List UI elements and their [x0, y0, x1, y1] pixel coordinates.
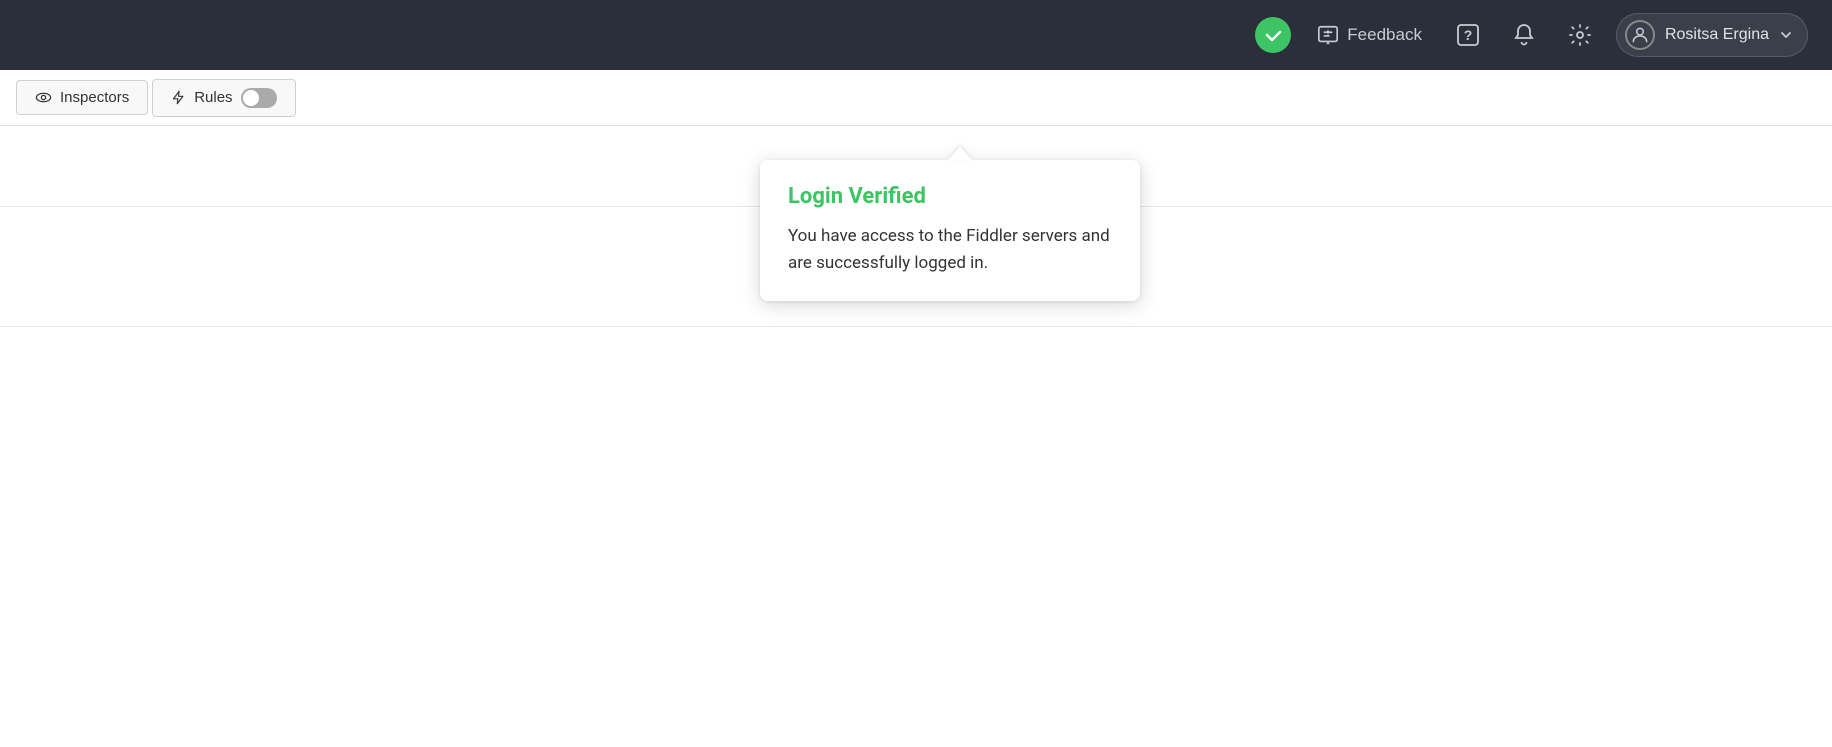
eye-icon	[35, 89, 52, 106]
login-verified-button[interactable]	[1255, 17, 1291, 53]
main-content: Login Verified You have access to the Fi…	[0, 126, 1832, 747]
svg-text:?: ?	[1464, 27, 1473, 43]
rules-tab[interactable]: Rules	[152, 79, 295, 117]
popup-arrow	[948, 146, 972, 160]
rules-toggle[interactable]	[241, 88, 277, 108]
divider-line-2	[0, 326, 1832, 327]
question-mark-icon: ?	[1456, 23, 1480, 47]
chevron-down-icon	[1779, 28, 1793, 42]
feedback-icon: !	[1317, 24, 1339, 46]
navbar-items: ! Feedback ?	[1255, 13, 1808, 57]
popup-title: Login Verified	[788, 184, 1112, 209]
rules-label: Rules	[194, 89, 232, 106]
settings-button[interactable]	[1556, 15, 1604, 55]
feedback-label: Feedback	[1347, 25, 1422, 45]
navbar: ! Feedback ?	[0, 0, 1832, 70]
inspectors-label: Inspectors	[60, 89, 129, 106]
gear-icon	[1568, 23, 1592, 47]
user-menu-button[interactable]: Rositsa Ergina	[1616, 13, 1808, 57]
feedback-button[interactable]: ! Feedback	[1303, 16, 1436, 54]
person-icon	[1630, 25, 1650, 45]
user-name: Rositsa Ergina	[1665, 26, 1769, 44]
help-button[interactable]: ?	[1444, 15, 1492, 55]
bell-icon	[1512, 23, 1536, 47]
popup-body: You have access to the Fiddler servers a…	[788, 223, 1112, 277]
notifications-button[interactable]	[1500, 15, 1548, 55]
inspectors-tab[interactable]: Inspectors	[16, 80, 148, 115]
svg-text:!: !	[1327, 29, 1329, 38]
login-verified-popup: Login Verified You have access to the Fi…	[760, 146, 1140, 301]
avatar	[1625, 20, 1655, 50]
bolt-icon	[171, 90, 186, 105]
verified-checkmark-icon	[1255, 17, 1291, 53]
popup-card: Login Verified You have access to the Fi…	[760, 160, 1140, 301]
sub-toolbar: Inspectors Rules	[0, 70, 1832, 126]
